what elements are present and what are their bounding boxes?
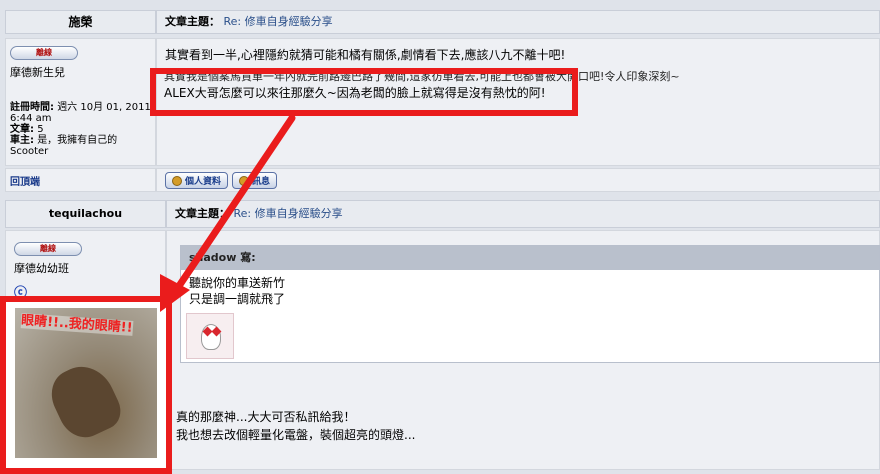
- post2-offline-badge: 離線: [14, 242, 82, 256]
- post2-text: 真的那麼神...大大可否私訊給我！ 我也想去改個輕量化電盤，裝個超亮的頭燈...: [176, 408, 415, 444]
- post2-username[interactable]: tequilachou: [5, 200, 166, 228]
- post1-rank: 摩德新生兒: [10, 66, 65, 79]
- post1-posts-label: 文章:: [10, 124, 34, 135]
- message-icon: [239, 175, 250, 186]
- post2-topic-link[interactable]: Re: 修車自身經驗分享: [234, 207, 343, 220]
- avatar[interactable]: 眼睛!!..我的眼睛!!: [15, 308, 157, 458]
- post1-author-panel: 離線 摩德新生兒 註冊時間: 週六 10月 01, 2011 6:44 am 文…: [5, 38, 156, 166]
- message-button[interactable]: 訊息: [232, 172, 278, 189]
- user-icon: [172, 175, 182, 186]
- back-to-top-link[interactable]: 回頂端: [10, 177, 40, 188]
- post2-body-line1: 真的那麼神...大大可否私訊給我！: [176, 410, 356, 424]
- post1-meta: 註冊時間: 週六 10月 01, 2011 6:44 am 文章: 5 車主: …: [10, 102, 151, 157]
- post1-vehicle-label: 車主:: [10, 135, 34, 146]
- quote-block: shadow 寫: 聽說你的車送新竹 只是調一調就飛了: [180, 245, 880, 363]
- post1-footer-left: 回頂端: [5, 168, 156, 192]
- annotation-avatar-frame: 眼睛!!..我的眼睛!!: [0, 296, 172, 474]
- avatar-caption: 眼睛!!..我的眼睛!!: [20, 313, 134, 336]
- post2-body-line2: 我也想去改個輕量化電盤，裝個超亮的頭燈...: [176, 428, 416, 442]
- post1-reg-label: 註冊時間:: [10, 102, 54, 113]
- post2-rank: 摩德幼幼班: [14, 262, 69, 275]
- post1-offline-badge: 離線: [10, 46, 78, 60]
- dog-photo: [43, 356, 127, 446]
- post1-topic-label: 文章主題：: [165, 15, 220, 28]
- post1-footer-actions: 個人資料 訊息: [156, 168, 880, 192]
- post1-posts-value: 5: [37, 124, 44, 135]
- post1-topic-header: 文章主題： Re: 修車自身經驗分享: [156, 10, 880, 34]
- post2-topic-label: 文章主題：: [175, 207, 230, 220]
- profile-button-label: 個人資料: [185, 177, 222, 187]
- forum-thread: 施榮 文章主題： Re: 修車自身經驗分享 離線 摩德新生兒 註冊時間: 週六 …: [0, 0, 880, 474]
- heart-eyes-emoticon-icon: [186, 313, 234, 359]
- message-button-label: 訊息: [252, 177, 271, 187]
- annotation-highlight-box: [150, 68, 578, 116]
- profile-button[interactable]: 個人資料: [165, 172, 229, 189]
- post1-username[interactable]: 施榮: [5, 10, 156, 34]
- post1-body-line1: 其實看到一半,心裡隱約就猜可能和橘有關係,劇情看下去,應該八九不離十吧!: [165, 48, 566, 62]
- quote-body: 聽說你的車送新竹 只是調一調就飛了: [181, 270, 879, 312]
- quote-author: shadow 寫:: [181, 246, 879, 270]
- post1-topic-link[interactable]: Re: 修車自身經驗分享: [224, 15, 333, 28]
- quote-line1: 聽說你的車送新竹: [189, 276, 286, 290]
- post2-topic-header: 文章主題： Re: 修車自身經驗分享: [166, 200, 880, 228]
- quote-line2: 只是調一調就飛了: [189, 292, 286, 306]
